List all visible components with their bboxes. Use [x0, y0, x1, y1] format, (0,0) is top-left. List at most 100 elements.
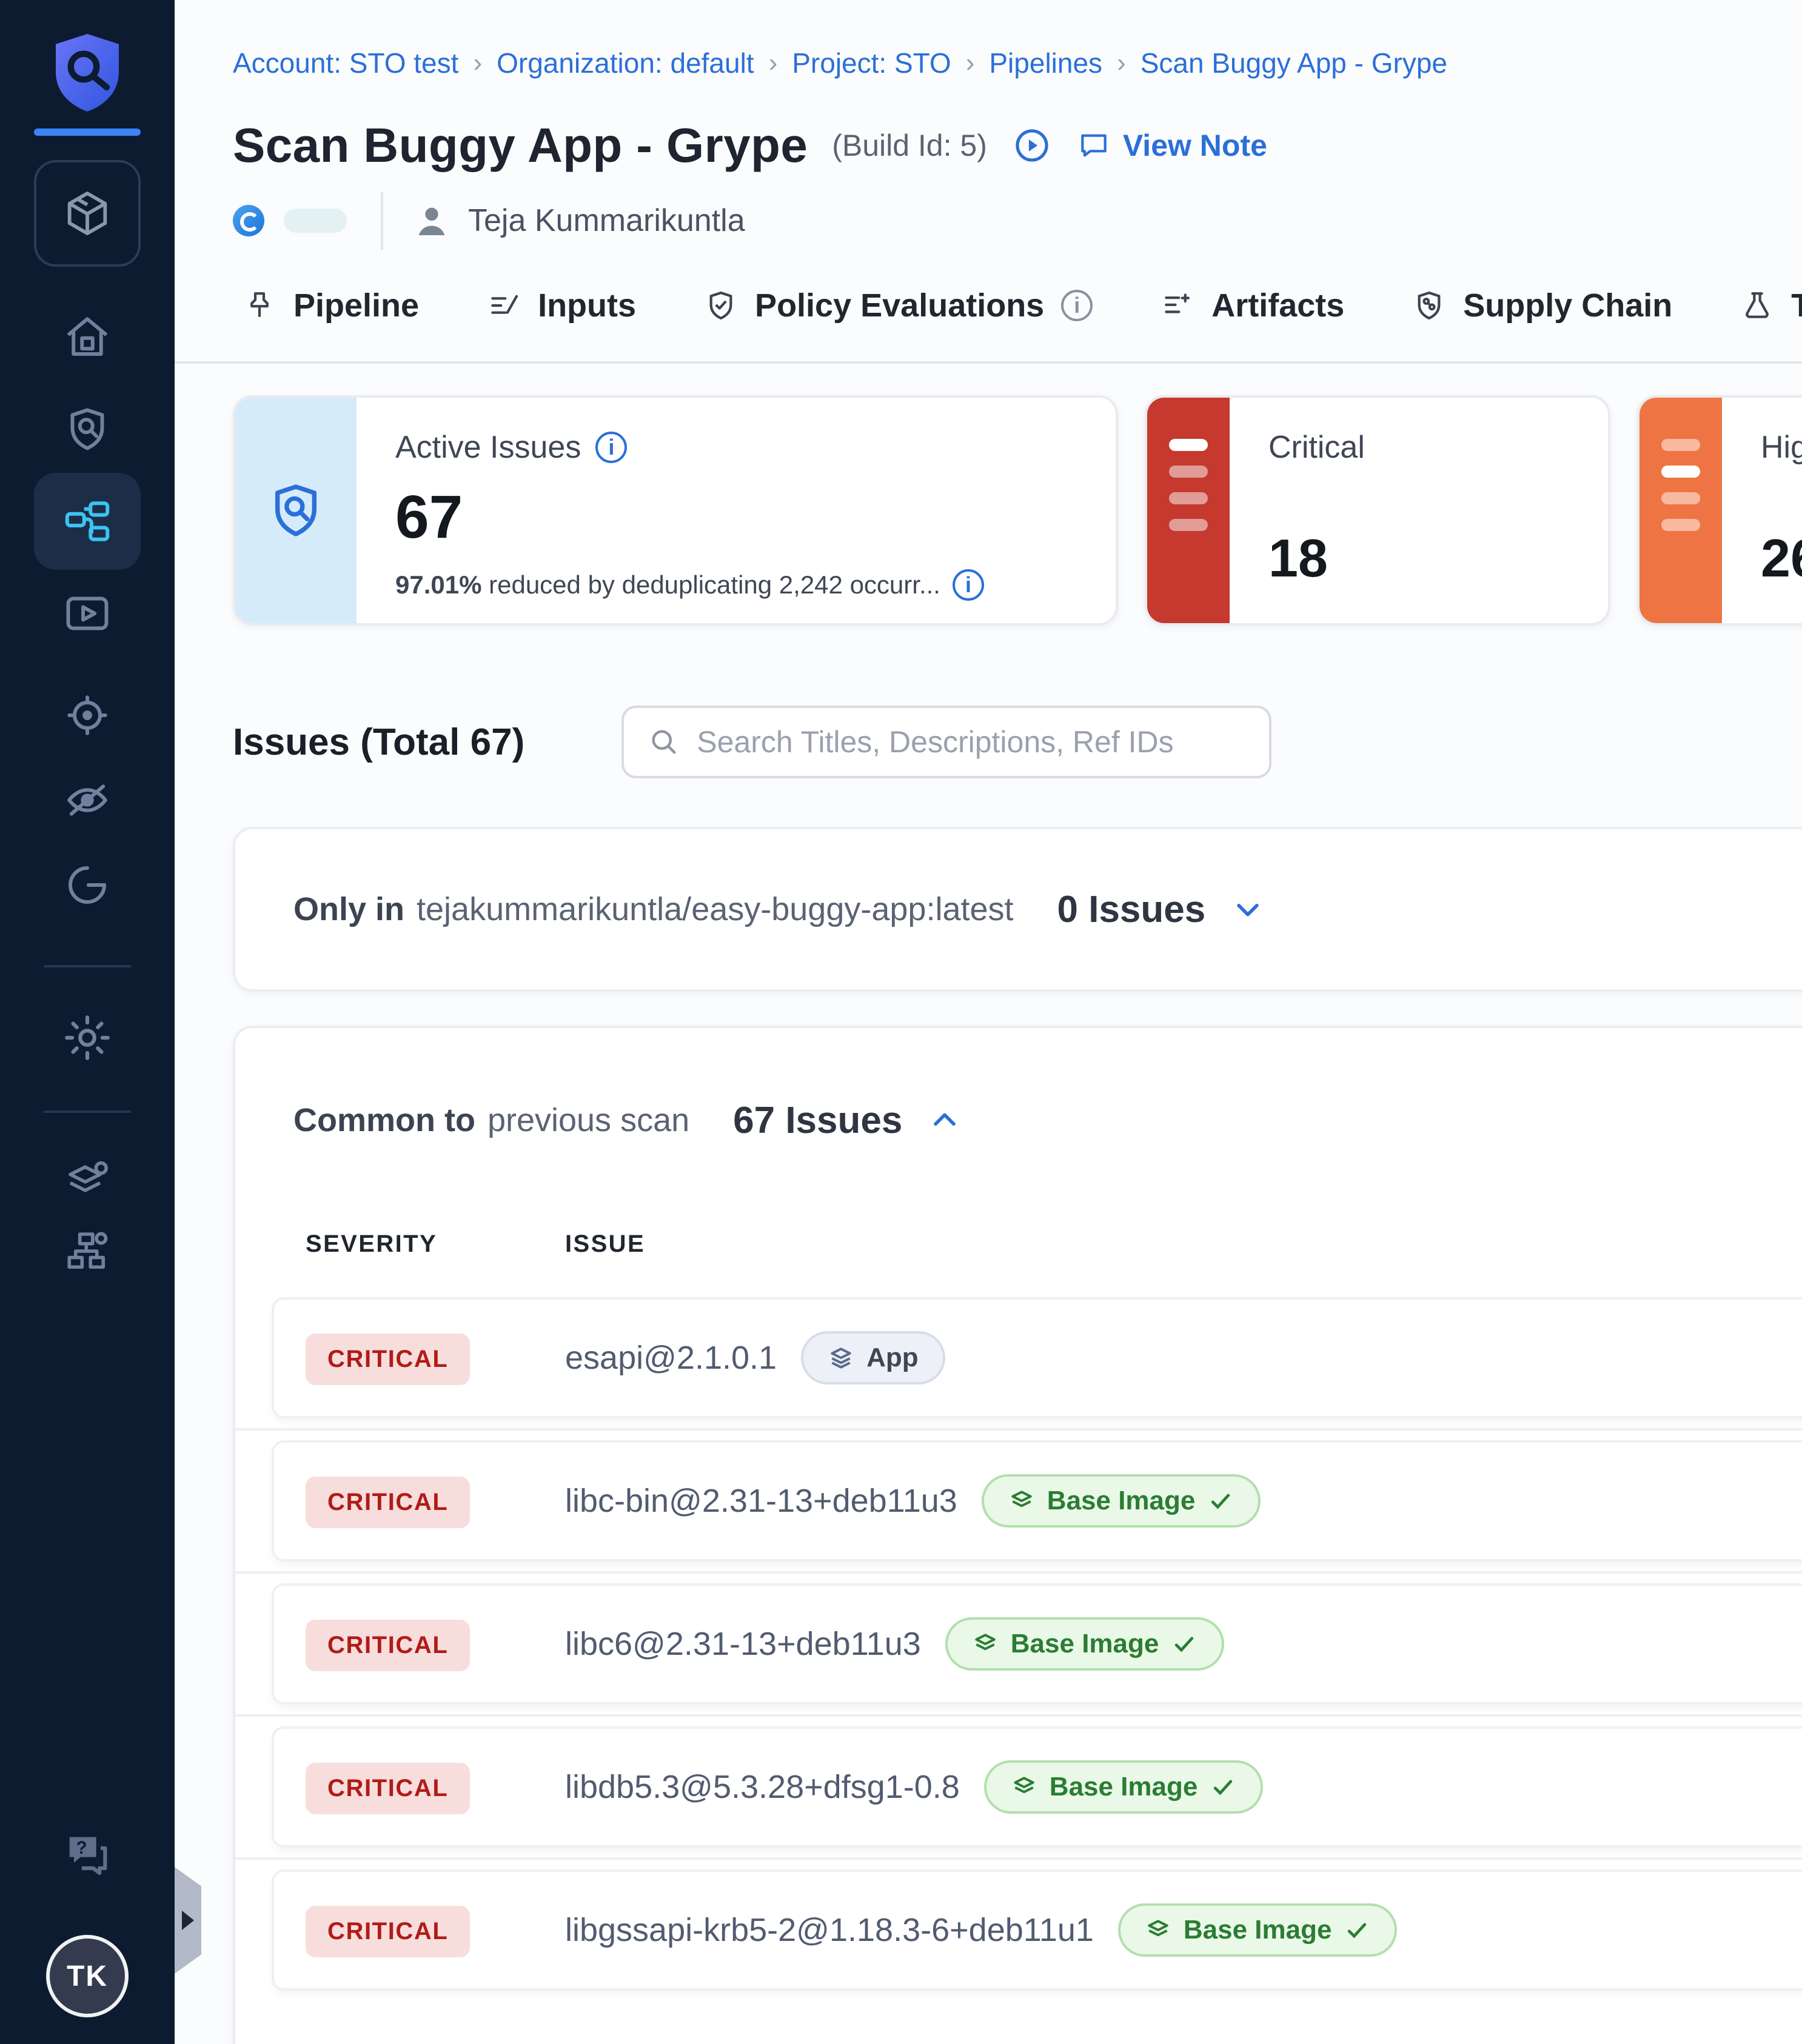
scan-step-pill [284, 209, 347, 233]
active-issues-card[interactable]: Active Issues i 67 97.01% reduced by dedu… [233, 395, 1118, 626]
issue-name: libdb5.3@5.3.28+dfsg1-0.8 [565, 1768, 960, 1806]
sidebar-item-pipelines-icon[interactable] [34, 473, 141, 570]
active-issues-info-icon[interactable]: i [595, 432, 627, 463]
critical-value: 18 [1268, 527, 1328, 589]
sidebar-item-targets-icon[interactable] [0, 667, 175, 764]
chevron-down-icon[interactable] [1230, 891, 1266, 927]
inputs-icon [487, 289, 521, 322]
layers-icon [1008, 1488, 1035, 1514]
group-prefix: Common to [293, 1101, 475, 1139]
build-id: (Build Id: 5) [832, 128, 987, 163]
severity-badge: CRITICAL [306, 1477, 470, 1528]
severity-badge: CRITICAL [306, 1906, 470, 1957]
tab-inputs[interactable]: Inputs [487, 262, 636, 361]
issue-name: esapi@2.1.0.1 [565, 1339, 777, 1377]
tab-tests[interactable]: Tests [1740, 262, 1802, 361]
search-icon [648, 726, 680, 758]
critical-card[interactable]: Critical 18 [1145, 395, 1610, 626]
table-row[interactable]: CRITICAL libgssapi-krb5-2@1.18.3-6+deb11… [274, 1872, 1802, 1988]
sto-shield-logo-icon[interactable] [0, 29, 175, 116]
vertical-divider [381, 192, 383, 250]
left-nav-sidebar: ? TK [0, 0, 175, 2044]
sidebar-item-module-cube-icon[interactable] [34, 160, 141, 267]
expand-arrow-icon [182, 1911, 194, 1930]
view-note-link[interactable]: View Note [1077, 128, 1267, 163]
replay-icon[interactable] [1011, 125, 1053, 166]
group-issue-count: 0 Issues [1057, 888, 1206, 931]
person-icon [412, 201, 451, 240]
layers-icon [1145, 1917, 1171, 1943]
user-avatar[interactable]: TK [46, 1935, 129, 2017]
pin-icon [243, 289, 276, 322]
breadcrumb-separator: › [769, 48, 778, 78]
shield-search-icon [264, 479, 327, 542]
search-input[interactable] [697, 724, 1245, 760]
table-row[interactable]: CRITICAL libc-bin@2.31-13+deb11u3 Base I… [274, 1443, 1802, 1559]
sidebar-item-network-settings-icon[interactable] [0, 1203, 175, 1300]
shield-check-icon [704, 289, 738, 322]
group-only-in: Only in tejakummarikuntla/easy-buggy-app… [233, 827, 1802, 992]
dedup-info-icon[interactable]: i [953, 569, 984, 601]
table-row[interactable]: CRITICAL libc6@2.31-13+deb11u3 Base Imag… [274, 1586, 1802, 1702]
breadcrumb-separator: › [966, 48, 975, 78]
group-prefix: Only in [293, 890, 404, 928]
breadcrumb-account[interactable]: Account: STO test [233, 47, 458, 79]
base-image-tag: Base Image [982, 1474, 1261, 1528]
base-image-tag: Base Image [945, 1617, 1225, 1671]
base-image-tag: Base Image [984, 1760, 1264, 1814]
severity-badge: CRITICAL [306, 1620, 470, 1671]
help-chat-icon[interactable]: ? [0, 1806, 175, 1903]
tab-pipeline[interactable]: Pipeline [243, 262, 419, 361]
svg-text:?: ? [76, 1838, 87, 1858]
critical-label: Critical [1268, 429, 1574, 466]
breadcrumb-organization[interactable]: Organization: default [497, 47, 754, 79]
table-row[interactable]: CRITICAL esapi@2.1.0.1 App 6 tejakummari… [274, 1300, 1802, 1416]
sidebar-divider [44, 1111, 131, 1113]
check-icon [1207, 1488, 1234, 1514]
active-issues-label: Active Issues [395, 429, 581, 466]
tab-artifacts[interactable]: Artifacts [1161, 262, 1344, 361]
sidebar-divider [44, 965, 131, 967]
layers-icon [1011, 1774, 1037, 1800]
issues-search [621, 706, 1271, 778]
breadcrumb-separator: › [1117, 48, 1126, 78]
comment-icon [1077, 129, 1111, 162]
tab-policy-evaluations[interactable]: Policy Evaluations i [704, 262, 1093, 361]
table-row[interactable]: CRITICAL libdb5.3@5.3.28+dfsg1-0.8 Base … [274, 1729, 1802, 1845]
active-issues-value: 67 [395, 483, 1082, 552]
sidebar-item-exit-icon[interactable] [0, 837, 175, 933]
title-bar: Scan Buggy App - Grype (Build Id: 5) Vie… [233, 112, 1267, 179]
sidebar-item-executions-play-icon[interactable] [0, 565, 175, 662]
high-value: 26 [1761, 527, 1802, 589]
page-title: Scan Buggy App - Grype [233, 118, 808, 173]
high-severity-bars-icon [1640, 398, 1722, 623]
col-issue: ISSUE [565, 1231, 1802, 1258]
nav-active-module-indicator [34, 129, 141, 136]
dedup-subtext: 97.01% reduced by deduplicating 2,242 oc… [395, 569, 1082, 601]
tab-supply-chain[interactable]: Supply Chain [1412, 262, 1672, 361]
execution-tabs: Pipeline Inputs Policy Evaluations i Art… [175, 262, 1802, 364]
policy-info-icon[interactable]: i [1061, 290, 1093, 321]
table-rows: CRITICAL esapi@2.1.0.1 App 6 tejakummari… [274, 1300, 1802, 1988]
issue-name: libgssapi-krb5-2@1.18.3-6+deb11u1 [565, 1911, 1094, 1949]
sidebar-item-hidden-eye-icon[interactable] [0, 752, 175, 849]
issue-name: libc-bin@2.31-13+deb11u3 [565, 1482, 957, 1520]
check-icon [1210, 1774, 1236, 1800]
author-name: Teja Kummarikuntla [468, 202, 745, 239]
breadcrumb-current-pipeline[interactable]: Scan Buggy App - Grype [1140, 47, 1447, 79]
page: ? TK Account: STO test › Organization: d… [0, 0, 1802, 2044]
breadcrumb-project[interactable]: Project: STO [792, 47, 951, 79]
issues-toolbar: Issues (Total 67) Download CSV View in D… [233, 703, 1802, 781]
critical-severity-bars-icon [1147, 398, 1230, 623]
high-card[interactable]: High 26 [1637, 395, 1802, 626]
flask-icon [1740, 289, 1774, 322]
sidebar-item-settings-gear-icon[interactable] [0, 989, 175, 1086]
main-content: Account: STO test › Organization: defaul… [175, 0, 1802, 2044]
sidebar-item-home-icon[interactable] [0, 289, 175, 386]
active-issues-strip [235, 398, 357, 623]
severity-badge: CRITICAL [306, 1334, 470, 1385]
author-bar: Teja Kummarikuntla [233, 194, 745, 247]
chevron-up-icon[interactable] [926, 1102, 963, 1138]
breadcrumb-pipelines[interactable]: Pipelines [989, 47, 1102, 79]
sidebar-item-shield-search-icon[interactable] [0, 381, 175, 478]
